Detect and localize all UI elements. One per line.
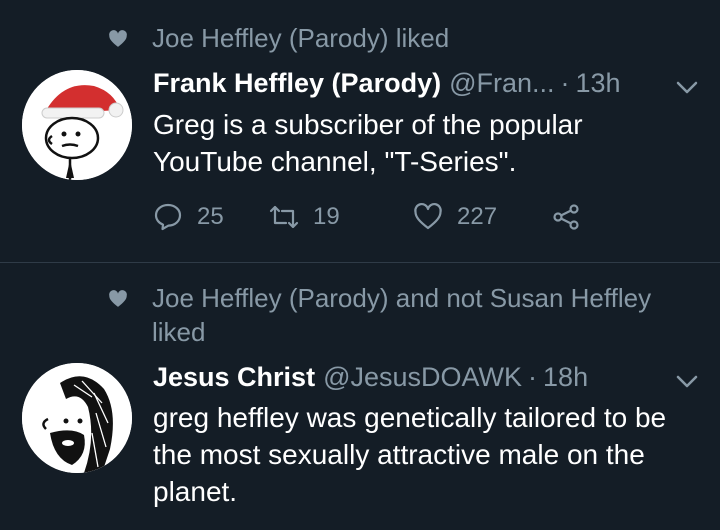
tweet-actions: 25 19 227: [153, 202, 595, 232]
display-name[interactable]: Jesus Christ: [153, 360, 315, 394]
like-count: 227: [457, 203, 498, 230]
reply-count: 25: [197, 203, 224, 230]
avatar-jesus-christ[interactable]: [22, 363, 132, 473]
retweet-count: 19: [313, 203, 340, 230]
display-name[interactable]: Frank Heffley (Parody): [153, 66, 441, 100]
frank-avatar-drawing: [22, 70, 132, 180]
social-context: Joe Heffley (Parody) and not Susan Heffl…: [108, 281, 672, 349]
separator-dot: ·: [560, 68, 570, 98]
like-button[interactable]: 227: [413, 202, 551, 232]
share-button[interactable]: [551, 202, 595, 232]
reply-icon: [154, 203, 182, 231]
tweet-frank-heffley[interactable]: Joe Heffley (Parody) liked Frank Heffley…: [0, 0, 720, 263]
tweet-text: Greg is a subscriber of the popular YouT…: [153, 109, 583, 177]
chevron-down-icon[interactable]: [676, 375, 698, 389]
social-context-text: Joe Heffley (Parody) and not Susan Heffl…: [152, 283, 652, 347]
user-handle[interactable]: @JesusDOAWK: [323, 360, 522, 394]
tweet-jesus-christ[interactable]: Joe Heffley (Parody) and not Susan Heffl…: [0, 263, 720, 530]
timestamp[interactable]: 13h: [576, 66, 621, 100]
tweet-header: Jesus Christ @JesusDOAWK · 18h: [153, 360, 700, 394]
user-handle[interactable]: @Fran...: [449, 66, 554, 100]
timestamp[interactable]: 18h: [543, 360, 588, 394]
heart-icon: [109, 30, 127, 47]
tweet-text: greg heffley was genetically tailored to…: [153, 402, 667, 507]
social-context: Joe Heffley (Parody) liked: [108, 21, 672, 55]
tweet-header: Frank Heffley (Parody) @Fran... · 13h: [153, 66, 700, 100]
heart-outline-icon: [414, 202, 442, 230]
reply-button[interactable]: 25: [153, 202, 269, 232]
separator-dot: ·: [528, 362, 538, 392]
social-context-text: Joe Heffley (Parody) liked: [152, 23, 450, 53]
retweet-icon: [269, 205, 299, 229]
chevron-down-icon[interactable]: [676, 81, 698, 95]
jesus-avatar-drawing: [22, 363, 132, 473]
heart-icon: [109, 290, 127, 307]
retweet-button[interactable]: 19: [269, 202, 413, 232]
avatar-frank-heffley[interactable]: [22, 70, 132, 180]
share-icon: [553, 204, 579, 230]
